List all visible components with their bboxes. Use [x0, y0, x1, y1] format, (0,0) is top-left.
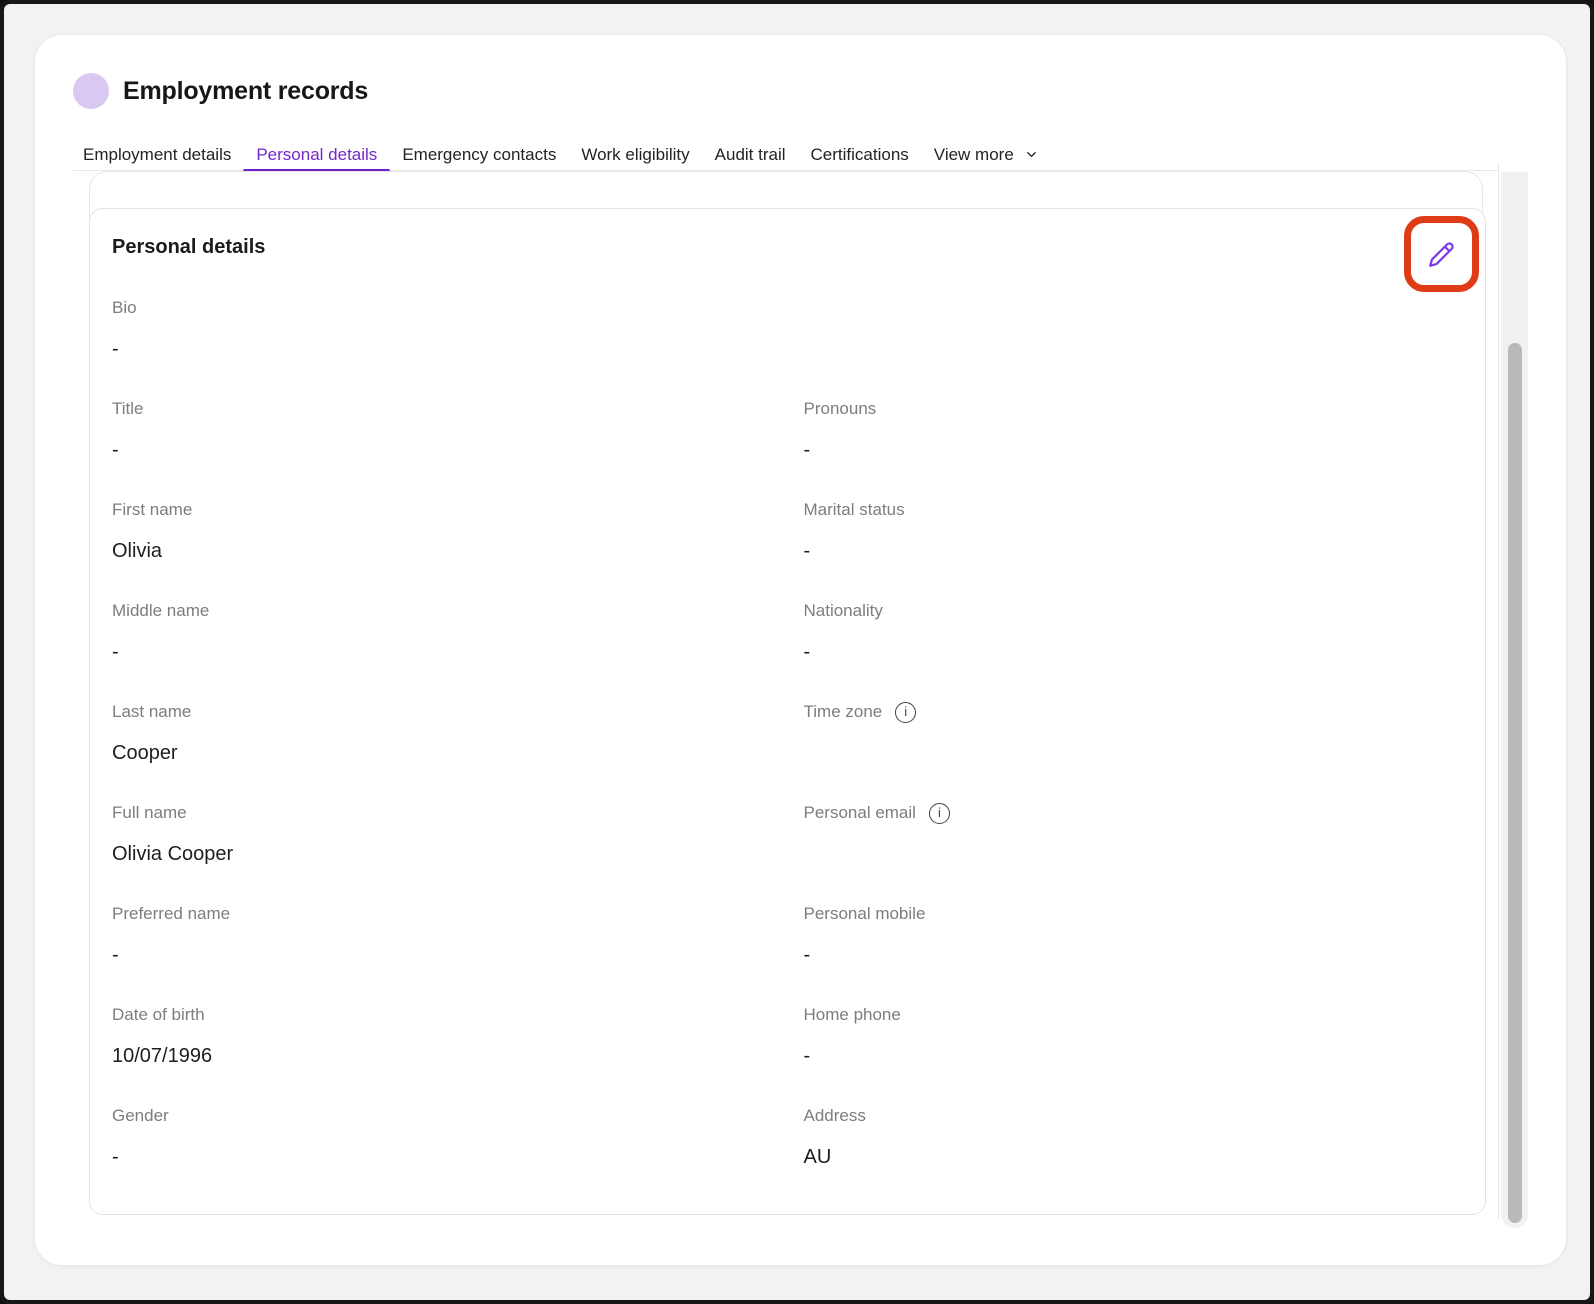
field-value: - [112, 437, 788, 463]
field-label: Pronouns [804, 397, 877, 421]
field-home-phone: Home phone - [788, 1003, 1464, 1069]
field-label: Home phone [804, 1003, 901, 1027]
pencil-icon [1428, 241, 1455, 268]
field-date-of-birth: Date of birth 10/07/1996 [112, 1003, 788, 1069]
field-value: - [804, 942, 1464, 968]
field-label: Nationality [804, 599, 883, 623]
field-value: - [804, 437, 1464, 463]
field-value: - [804, 538, 1464, 564]
scrollbar-thumb[interactable] [1508, 343, 1522, 1223]
field-value: Cooper [112, 740, 788, 766]
field-personal-mobile: Personal mobile - [788, 902, 1464, 968]
tab-label: Employment details [83, 145, 231, 165]
field-label: Full name [112, 801, 187, 825]
field-preferred-name: Preferred name - [112, 902, 788, 968]
field-value: - [112, 639, 788, 665]
tab-label: Audit trail [715, 145, 786, 165]
field-label: First name [112, 498, 192, 522]
tab-emergency-contacts[interactable]: Emergency contacts [402, 138, 556, 171]
field-value: - [804, 639, 1464, 665]
field-value: AU [804, 1144, 1464, 1170]
screenshot-frame: Employment records Employment details Pe… [0, 0, 1594, 1304]
field-value [804, 841, 1464, 867]
field-label: Marital status [804, 498, 905, 522]
field-value: - [112, 336, 1463, 362]
personal-details-card: Personal details Bio - Title - Pronouns [89, 208, 1486, 1215]
field-nationality: Nationality - [788, 599, 1464, 665]
field-first-name: First name Olivia [112, 498, 788, 564]
tab-label: Work eligibility [581, 145, 689, 165]
field-label: Preferred name [112, 902, 230, 926]
field-value: - [804, 1043, 1464, 1069]
field-label: Last name [112, 700, 191, 724]
tab-view-more[interactable]: View more [934, 138, 1039, 171]
tab-personal-details[interactable]: Personal details [256, 138, 377, 171]
field-middle-name: Middle name - [112, 599, 788, 665]
tab-label: Personal details [256, 145, 377, 165]
info-icon[interactable]: i [895, 702, 916, 723]
avatar [73, 73, 109, 109]
tab-work-eligibility[interactable]: Work eligibility [581, 138, 689, 171]
field-personal-email: Personal email i [788, 801, 1464, 867]
edit-button[interactable] [1419, 231, 1465, 277]
chevron-down-icon [1024, 147, 1039, 162]
tab-certifications[interactable]: Certifications [811, 138, 909, 171]
card-title: Personal details [90, 209, 1485, 261]
field-value: 10/07/1996 [112, 1043, 788, 1069]
field-value: - [112, 942, 788, 968]
field-value [804, 740, 1464, 766]
field-label: Bio [112, 296, 137, 320]
field-full-name: Full name Olivia Cooper [112, 801, 788, 867]
field-address: Address AU [788, 1104, 1464, 1170]
scrollbar-track[interactable] [1501, 172, 1528, 1228]
app-container: Employment records Employment details Pe… [34, 34, 1567, 1266]
tab-bar: Employment details Personal details Emer… [73, 138, 1498, 171]
tab-label: Certifications [811, 145, 909, 165]
info-icon[interactable]: i [929, 803, 950, 824]
field-gender: Gender - [112, 1104, 788, 1170]
field-marital-status: Marital status - [788, 498, 1464, 564]
field-bio: Bio - [112, 296, 1463, 362]
field-value: Olivia Cooper [112, 841, 788, 867]
field-label: Title [112, 397, 144, 421]
tab-label: View more [934, 145, 1014, 165]
field-title: Title - [112, 397, 788, 463]
edit-highlight-annotation [1404, 216, 1479, 292]
field-label: Personal email [804, 801, 916, 825]
content-divider [1498, 163, 1499, 1220]
field-label: Address [804, 1104, 866, 1128]
field-label: Gender [112, 1104, 169, 1128]
tab-label: Emergency contacts [402, 145, 556, 165]
field-time-zone: Time zone i [788, 700, 1464, 766]
tab-audit-trail[interactable]: Audit trail [715, 138, 786, 171]
field-value: - [112, 1144, 788, 1170]
field-last-name: Last name Cooper [112, 700, 788, 766]
field-label: Time zone [804, 700, 883, 724]
field-pronouns: Pronouns - [788, 397, 1464, 463]
field-value: Olivia [112, 538, 788, 564]
field-label: Personal mobile [804, 902, 926, 926]
field-label: Date of birth [112, 1003, 205, 1027]
page-title: Employment records [123, 73, 368, 109]
tab-employment-details[interactable]: Employment details [83, 138, 231, 171]
field-label: Middle name [112, 599, 209, 623]
